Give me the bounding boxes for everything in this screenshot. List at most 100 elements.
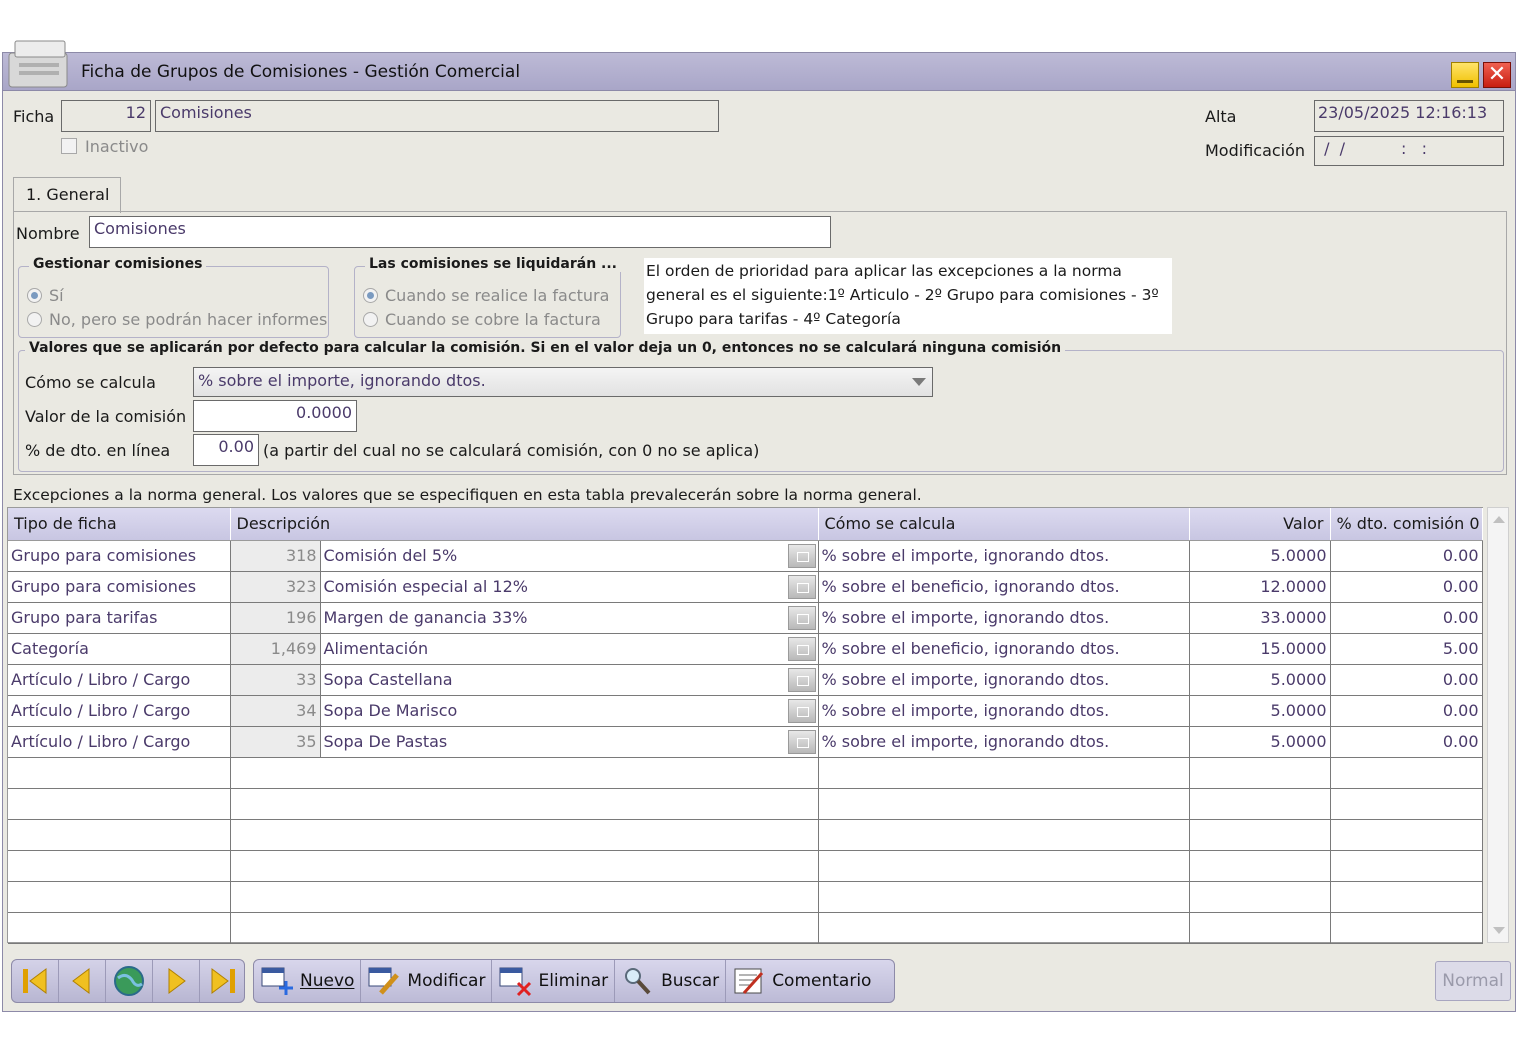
lookup-icon[interactable]	[787, 698, 816, 723]
cell-valor[interactable]: 33.0000	[1189, 602, 1331, 634]
cell-tipo[interactable]: Grupo para tarifas	[8, 602, 231, 634]
empty-cell[interactable]	[1189, 881, 1331, 913]
empty-cell[interactable]	[818, 819, 1190, 851]
empty-cell[interactable]	[818, 881, 1190, 913]
gestionar-no-radio[interactable]	[27, 312, 42, 327]
empty-cell[interactable]	[818, 912, 1190, 944]
tab-general[interactable]: 1. General	[13, 177, 121, 213]
empty-table-row[interactable]	[8, 757, 1483, 789]
cell-descripcion[interactable]: Comisión especial al 12%	[320, 571, 819, 603]
nombre-input[interactable]: Comisiones	[89, 216, 831, 248]
lookup-icon[interactable]	[787, 636, 816, 661]
minimize-button[interactable]	[1451, 62, 1479, 88]
gestionar-si-radio[interactable]	[27, 288, 42, 303]
cell-tipo[interactable]: Artículo / Libro / Cargo	[8, 664, 231, 696]
eliminar-button[interactable]: Eliminar	[492, 960, 616, 1002]
alta-field[interactable]: 23/05/2025 12:16:13	[1314, 100, 1504, 132]
cell-valor[interactable]: 5.0000	[1189, 695, 1331, 727]
cell-como[interactable]: % sobre el beneficio, ignorando dtos.	[818, 633, 1190, 665]
lookup-icon[interactable]	[787, 605, 816, 630]
lookup-icon[interactable]	[787, 574, 816, 599]
col-dto-header[interactable]: % dto. comisión 0	[1330, 508, 1483, 541]
cell-como[interactable]: % sobre el beneficio, ignorando dtos.	[818, 571, 1190, 603]
globe-button[interactable]	[106, 960, 153, 1002]
table-row[interactable]: Artículo / Libro / Cargo 35 Sopa De Pastas…	[8, 726, 1483, 758]
empty-table-row[interactable]	[8, 850, 1483, 882]
buscar-button[interactable]: Buscar	[615, 960, 727, 1002]
cell-descripcion[interactable]: Sopa De Marisco	[320, 695, 819, 727]
cell-valor[interactable]: 5.0000	[1189, 540, 1331, 572]
table-row[interactable]: Grupo para comisiones 323 Comisión especia…	[8, 571, 1483, 603]
col-tipo-header[interactable]: Tipo de ficha	[8, 508, 231, 541]
cell-tipo[interactable]: Grupo para comisiones	[8, 571, 231, 603]
empty-cell[interactable]	[818, 757, 1190, 789]
empty-cell[interactable]	[1330, 881, 1483, 913]
cell-descripcion[interactable]: Margen de ganancia 33%	[320, 602, 819, 634]
cell-como[interactable]: % sobre el importe, ignorando dtos.	[818, 602, 1190, 634]
cell-como[interactable]: % sobre el importe, ignorando dtos.	[818, 726, 1190, 758]
ficha-number-field[interactable]: 12	[61, 100, 151, 132]
cell-dto[interactable]: 0.00	[1330, 695, 1483, 727]
cell-dto[interactable]: 0.00	[1330, 726, 1483, 758]
cell-codigo[interactable]: 323	[230, 571, 321, 603]
empty-cell[interactable]	[230, 757, 819, 789]
cell-dto[interactable]: 0.00	[1330, 540, 1483, 572]
empty-cell[interactable]	[230, 850, 819, 882]
empty-table-row[interactable]	[8, 881, 1483, 913]
cell-descripcion[interactable]: Alimentación	[320, 633, 819, 665]
lookup-icon[interactable]	[787, 729, 816, 754]
empty-cell[interactable]	[1189, 850, 1331, 882]
table-row[interactable]: Grupo para tarifas 196 Margen de ganancia …	[8, 602, 1483, 634]
table-row[interactable]: Artículo / Libro / Cargo 34 Sopa De Marisc…	[8, 695, 1483, 727]
modificar-button[interactable]: Modificar	[361, 960, 493, 1002]
cell-descripcion[interactable]: Sopa Castellana	[320, 664, 819, 696]
col-descripcion-header[interactable]: Descripción	[230, 508, 819, 541]
empty-cell[interactable]	[1189, 912, 1331, 944]
empty-table-row[interactable]	[8, 912, 1483, 944]
inactivo-checkbox[interactable]	[61, 138, 77, 154]
empty-table-row[interactable]	[8, 819, 1483, 851]
dto-input[interactable]: 0.00	[193, 434, 259, 466]
table-scrollbar[interactable]	[1487, 507, 1509, 943]
empty-cell[interactable]	[1330, 788, 1483, 820]
cell-tipo[interactable]: Artículo / Libro / Cargo	[8, 695, 231, 727]
nuevo-button[interactable]: Nuevo	[254, 960, 362, 1002]
last-record-button[interactable]	[200, 960, 246, 1002]
comentario-button[interactable]: Comentario	[726, 960, 877, 1002]
close-button[interactable]: ✕	[1483, 62, 1511, 88]
cell-dto[interactable]: 0.00	[1330, 602, 1483, 634]
empty-cell[interactable]	[1189, 819, 1331, 851]
cell-tipo[interactable]: Categoría	[8, 633, 231, 665]
empty-table-row[interactable]	[8, 788, 1483, 820]
empty-cell[interactable]	[230, 788, 819, 820]
cell-dto[interactable]: 0.00	[1330, 571, 1483, 603]
cell-como[interactable]: % sobre el importe, ignorando dtos.	[818, 664, 1190, 696]
cell-codigo[interactable]: 33	[230, 664, 321, 696]
cell-dto[interactable]: 5.00	[1330, 633, 1483, 665]
first-record-button[interactable]	[12, 960, 59, 1002]
como-select[interactable]: % sobre el importe, ignorando dtos.	[193, 367, 933, 397]
col-como-header[interactable]: Cómo se calcula	[818, 508, 1190, 541]
empty-cell[interactable]	[8, 912, 231, 944]
cell-codigo[interactable]: 318	[230, 540, 321, 572]
empty-cell[interactable]	[1330, 757, 1483, 789]
scroll-down-icon[interactable]	[1493, 927, 1505, 934]
empty-cell[interactable]	[1330, 819, 1483, 851]
cell-valor[interactable]: 5.0000	[1189, 664, 1331, 696]
cell-codigo[interactable]: 1,469	[230, 633, 321, 665]
cell-como[interactable]: % sobre el importe, ignorando dtos.	[818, 695, 1190, 727]
cell-tipo[interactable]: Grupo para comisiones	[8, 540, 231, 572]
empty-cell[interactable]	[8, 850, 231, 882]
empty-cell[interactable]	[8, 757, 231, 789]
empty-cell[interactable]	[230, 819, 819, 851]
cell-como[interactable]: % sobre el importe, ignorando dtos.	[818, 540, 1190, 572]
cell-descripcion[interactable]: Comisión del 5%	[320, 540, 819, 572]
empty-cell[interactable]	[1189, 788, 1331, 820]
cell-valor[interactable]: 15.0000	[1189, 633, 1331, 665]
liquidar-cobro-radio[interactable]	[363, 312, 378, 327]
cell-codigo[interactable]: 34	[230, 695, 321, 727]
empty-cell[interactable]	[8, 788, 231, 820]
valor-input[interactable]: 0.0000	[193, 400, 357, 432]
cell-valor[interactable]: 5.0000	[1189, 726, 1331, 758]
cell-codigo[interactable]: 196	[230, 602, 321, 634]
